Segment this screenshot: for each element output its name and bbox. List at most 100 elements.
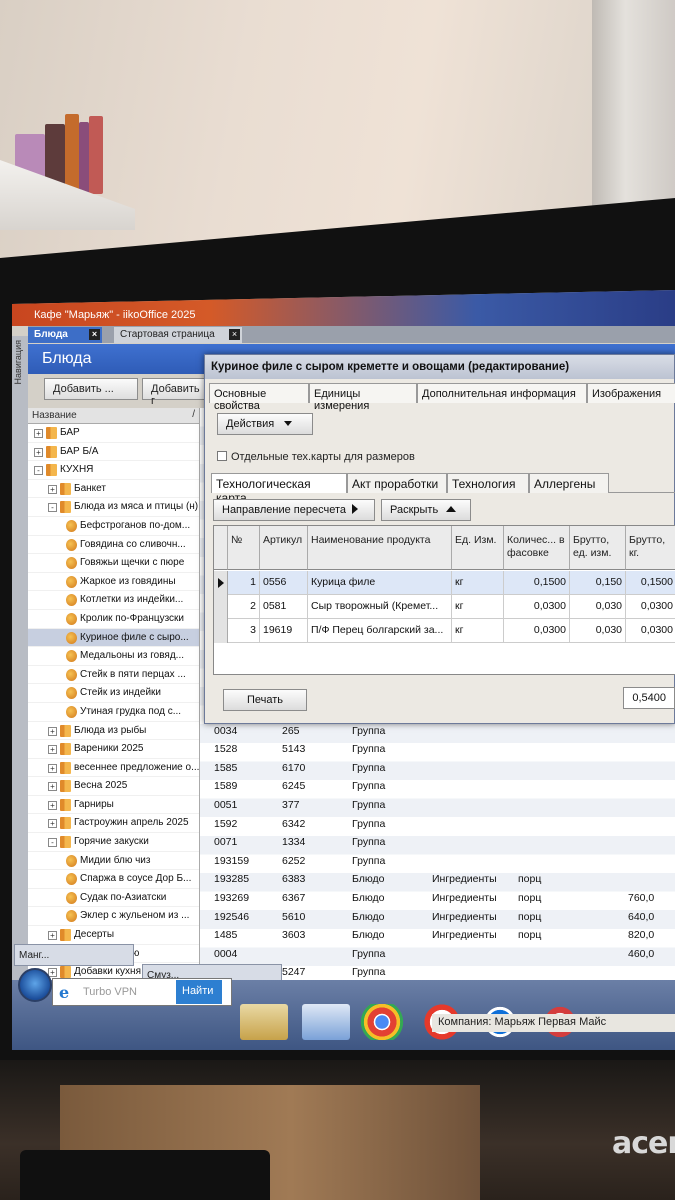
expand-icon[interactable]: + <box>48 819 57 829</box>
expand-icon[interactable]: + <box>34 429 43 438</box>
column-header[interactable]: Артикул <box>260 526 308 570</box>
recalc-direction-button[interactable]: Направление пересчета <box>213 499 375 521</box>
tech-cell-gross_kg[interactable]: 0,1500 <box>626 571 675 595</box>
tech-cell-art[interactable]: 0556 <box>260 571 308 595</box>
tree-row[interactable]: + весеннее предложение о... <box>28 759 199 778</box>
add-button[interactable]: Добавить ... <box>44 378 138 400</box>
tech-cell-art[interactable]: 0581 <box>260 595 308 619</box>
column-header[interactable]: Брутто, кг. <box>626 526 675 570</box>
grid-row[interactable]: 1589 6245 Группа <box>200 777 675 796</box>
column-header[interactable]: Ед. Изм. <box>452 526 504 570</box>
expand-icon[interactable]: + <box>48 484 57 494</box>
expand-icon[interactable]: + <box>48 931 57 941</box>
tech-card-row[interactable]: 1 0556 Курица филе кг 0,1500 0,150 0,1500 <box>214 571 675 595</box>
collapse-icon[interactable]: - <box>48 503 57 513</box>
tech-cell-qty[interactable]: 0,1500 <box>504 571 570 595</box>
find-button[interactable]: Найти <box>176 980 222 1004</box>
tree-row[interactable]: + Гастроужин апрель 2025 <box>28 814 199 834</box>
row-indicator[interactable] <box>214 595 228 619</box>
tree-header[interactable]: Название / <box>28 408 199 424</box>
chrome-icon[interactable] <box>358 1004 406 1040</box>
tech-card-table[interactable]: № Артикул Наименование продукта Ед. Изм.… <box>213 525 675 675</box>
tech-card-row[interactable]: 3 19619 П/Ф Перец болгарский за... кг 0,0300… <box>214 619 675 643</box>
tree-row[interactable]: Стейк в пяти перцах ... <box>28 666 199 685</box>
tree-row[interactable]: Жаркое из говядины <box>28 573 199 592</box>
grid-row[interactable]: 193285 6383 Блюдо Ингредиенты порц <box>200 870 675 889</box>
grid-row[interactable]: 1485 3603 Блюдо Ингредиенты порц 820,0 <box>200 926 675 945</box>
windows-start-icon[interactable] <box>18 968 52 1002</box>
tree-row[interactable]: + БАР <box>28 424 199 443</box>
column-header[interactable]: Наименование продукта <box>308 526 452 570</box>
subtab-act[interactable]: Акт проработки <box>347 473 447 493</box>
grid-row[interactable]: 1528 5143 Группа <box>200 740 675 759</box>
close-icon[interactable]: × <box>229 329 240 340</box>
expand-icon[interactable]: + <box>48 763 57 773</box>
tab-main-properties[interactable]: Основные свойства <box>209 383 309 412</box>
file-explorer-icon[interactable] <box>240 1004 288 1040</box>
collapse-icon[interactable]: - <box>48 838 57 848</box>
tree-row[interactable]: Стейк из индейки <box>28 684 199 703</box>
tech-cell-name[interactable]: Курица филе <box>308 571 452 595</box>
tree-row[interactable]: + Весна 2025 <box>28 777 199 796</box>
column-header[interactable]: № <box>228 526 260 570</box>
tech-cell-name[interactable]: Сыр творожный (Кремет... <box>308 595 452 619</box>
tech-cell-n[interactable]: 3 <box>228 619 260 643</box>
tech-cell-n[interactable]: 2 <box>228 595 260 619</box>
grid-row[interactable]: 1592 6342 Группа <box>200 815 675 834</box>
tree-row[interactable]: - Блюда из мяса и птицы (н) <box>28 498 199 517</box>
tech-cell-unit[interactable]: кг <box>452 571 504 595</box>
tech-cell-art[interactable]: 19619 <box>260 619 308 643</box>
tree-row[interactable]: + Десерты <box>28 926 199 945</box>
tree-row[interactable]: Судак по-Азиатски <box>28 889 199 908</box>
row-indicator[interactable] <box>214 619 228 643</box>
tree-row[interactable]: Куриное филе с сыро... <box>28 628 199 648</box>
column-header[interactable]: Количес... в фасовке <box>504 526 570 570</box>
tech-cell-gross_u[interactable]: 0,150 <box>570 571 626 595</box>
tech-cell-qty[interactable]: 0,0300 <box>504 595 570 619</box>
tree-row[interactable]: + Гарниры <box>28 796 199 815</box>
expand-icon[interactable]: + <box>48 745 57 755</box>
tech-cell-name[interactable]: П/Ф Перец болгарский за... <box>308 619 452 643</box>
tech-cell-unit[interactable]: кг <box>452 595 504 619</box>
print-button[interactable]: Печать <box>223 689 307 711</box>
tree-row[interactable]: Мидии блю чиз <box>28 852 199 871</box>
tree-row[interactable]: Эклер с жульеном из ... <box>28 907 199 927</box>
tree-row[interactable]: + Блюда из рыбы <box>28 722 199 741</box>
mail-icon[interactable] <box>302 1004 350 1040</box>
expand-button[interactable]: Раскрыть <box>381 499 471 521</box>
collapse-icon[interactable]: - <box>34 466 43 476</box>
minimized-window[interactable]: Манг... <box>14 944 134 966</box>
tree-row[interactable]: Котлетки из индейки... <box>28 591 199 610</box>
tree-row[interactable]: Говядина со сливочн... <box>28 536 199 555</box>
subtab-technology[interactable]: Технология <box>447 473 529 493</box>
navigation-strip[interactable]: Навигация <box>12 336 28 1050</box>
dish-edit-dialog[interactable]: Куриное филе с сыром креметте и овощами … <box>204 354 675 724</box>
tree-row[interactable]: + Банкет <box>28 480 199 499</box>
tech-cell-gross_u[interactable]: 0,030 <box>570 619 626 643</box>
grid-row[interactable]: 193159 6252 Группа <box>200 852 675 871</box>
row-indicator[interactable] <box>214 571 228 595</box>
add-group-button[interactable]: Добавить г <box>142 378 212 407</box>
checkbox-icon[interactable] <box>217 451 227 461</box>
tree-row[interactable]: Бефстроганов по-дом... <box>28 517 199 536</box>
tree-row[interactable]: Спаржа в соусе Дор Б... <box>28 870 199 889</box>
expand-icon[interactable]: + <box>48 800 57 810</box>
grid-row[interactable]: 192546 5610 Блюдо Ингредиенты порц 640,0 <box>200 908 675 927</box>
grid-row[interactable]: 0051 377 Группа <box>200 796 675 815</box>
tech-cell-unit[interactable]: кг <box>452 619 504 643</box>
tree-row[interactable]: Утиная грудка под с... <box>28 703 199 722</box>
grid-row[interactable]: 1585 6170 Группа <box>200 759 675 778</box>
grid-row[interactable]: 193269 6367 Блюдо Ингредиенты порц 760,0 <box>200 889 675 908</box>
grid-row[interactable]: 0004 Группа 460,0 <box>200 945 675 964</box>
tab-dishes[interactable]: Блюда × <box>28 327 102 343</box>
tree-row[interactable]: - КУХНЯ <box>28 461 199 480</box>
tech-card-row[interactable]: 2 0581 Сыр творожный (Кремет... кг 0,0300 0,0… <box>214 595 675 619</box>
tree-row[interactable]: Медальоны из говяд... <box>28 647 199 666</box>
grid-row[interactable]: 0071 1334 Группа <box>200 833 675 852</box>
tree-row[interactable]: Говяжьи щечки с пюре <box>28 554 199 573</box>
tab-start-page[interactable]: Стартовая страница × <box>114 327 242 343</box>
tree-row[interactable]: + Вареники 2025 <box>28 740 199 759</box>
tab-images[interactable]: Изображения <box>587 383 675 403</box>
expand-icon[interactable]: + <box>48 726 57 736</box>
actions-dropdown[interactable]: Действия <box>217 413 313 435</box>
